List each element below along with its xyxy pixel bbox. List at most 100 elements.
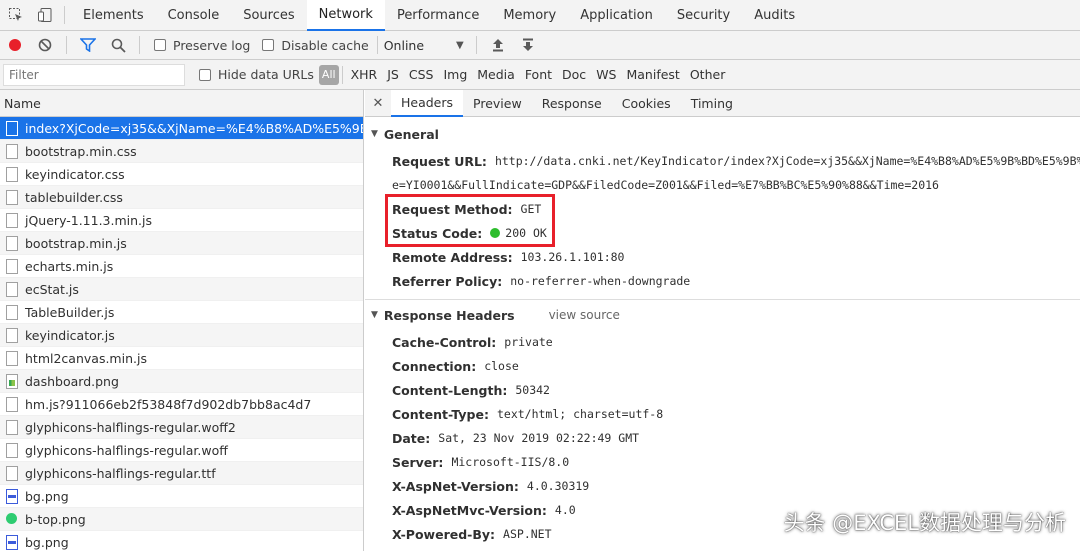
hide-data-urls-checkbox[interactable]: Hide data URLs: [199, 67, 314, 82]
export-har-icon[interactable]: [513, 31, 543, 59]
watermark: 头条 @EXCEL数据处理与分析: [783, 511, 1066, 535]
general-section: ▼ General Request URL: http://data.cnki.…: [365, 119, 1080, 293]
script-icon: [6, 281, 18, 297]
header-name: Cache-Control:: [392, 334, 497, 350]
header-value: Microsoft-IIS/8.0: [451, 455, 570, 469]
close-icon[interactable]: ✕: [365, 96, 391, 111]
request-row[interactable]: bg.png: [0, 485, 363, 508]
request-row[interactable]: tablebuilder.css: [0, 186, 363, 209]
tab-headers[interactable]: Headers: [391, 90, 464, 117]
header-name: Content-Type:: [392, 406, 489, 422]
tab-elements[interactable]: Elements: [71, 0, 156, 31]
tab-cookies[interactable]: Cookies: [612, 90, 681, 117]
script-icon: [6, 258, 18, 274]
filter-type-css[interactable]: CSS: [404, 65, 439, 85]
header-name: X-Powered-By:: [392, 526, 496, 542]
request-row[interactable]: glyphicons-halflings-regular.woff2: [0, 416, 363, 439]
general-section-toggle[interactable]: ▼ General: [365, 119, 1080, 149]
response-headers-toggle[interactable]: ▼ Response Headers view source: [365, 300, 1080, 330]
request-row[interactable]: ecStat.js: [0, 278, 363, 301]
preserve-log-checkbox[interactable]: Preserve log: [154, 38, 250, 53]
header-row: Date: Sat, 23 Nov 2019 02:22:49 GMT: [365, 426, 1080, 450]
request-name: index?XjCode=xj35&&XjName=%E4%B8%AD%E5%9…: [25, 120, 363, 136]
filter-type-font[interactable]: Font: [520, 65, 557, 85]
header-row: X-AspNet-Version: 4.0.30319: [365, 474, 1080, 498]
request-name: tablebuilder.css: [25, 189, 123, 205]
filter-type-xhr[interactable]: XHR: [346, 65, 383, 85]
tab-audits[interactable]: Audits: [742, 0, 807, 31]
referrer-policy-row: Referrer Policy: no-referrer-when-downgr…: [365, 269, 1080, 293]
request-row[interactable]: glyphicons-halflings-regular.ttf: [0, 462, 363, 485]
status-code-label: Status Code:: [392, 225, 483, 241]
request-url-continuation: e=YI0001&&FullIndicate=GDP&&FiledCode=Z0…: [365, 173, 1080, 197]
tab-security[interactable]: Security: [665, 0, 742, 31]
tab-network[interactable]: Network: [306, 0, 385, 31]
filter-type-media[interactable]: Media: [472, 65, 520, 85]
request-row[interactable]: hm.js?911066eb2f53848f7d902db7bb8ac4d7: [0, 393, 363, 416]
header-value: close: [484, 359, 519, 373]
font-icon: [6, 419, 18, 435]
devtools-tabbar: Elements Console Sources Network Perform…: [0, 0, 1080, 31]
remote-address-row: Remote Address: 103.26.1.101:80: [365, 245, 1080, 269]
status-code-value: 200 OK: [505, 226, 547, 240]
request-row[interactable]: keyindicator.js: [0, 324, 363, 347]
stylesheet-icon: [6, 166, 18, 182]
device-toolbar-icon[interactable]: [32, 0, 58, 30]
request-row[interactable]: bg.png: [0, 531, 363, 551]
throttling-select[interactable]: Online ▼: [384, 38, 470, 53]
record-icon[interactable]: [0, 31, 30, 59]
request-row[interactable]: b-top.png: [0, 508, 363, 531]
filter-type-other[interactable]: Other: [685, 65, 731, 85]
tab-response[interactable]: Response: [532, 90, 612, 117]
view-source-link[interactable]: view source: [549, 308, 620, 322]
filter-icon[interactable]: [73, 31, 103, 59]
referrer-policy-label: Referrer Policy:: [392, 273, 503, 289]
header-value: Sat, 23 Nov 2019 02:22:49 GMT: [438, 431, 640, 445]
import-har-icon[interactable]: [483, 31, 513, 59]
triangle-down-icon: ▼: [371, 310, 378, 320]
request-url-value: http://data.cnki.net/KeyIndicator/index?…: [494, 154, 1080, 168]
tab-preview[interactable]: Preview: [463, 90, 532, 117]
request-row[interactable]: TableBuilder.js: [0, 301, 363, 324]
script-icon: [6, 235, 18, 251]
disable-cache-checkbox[interactable]: Disable cache: [262, 37, 369, 53]
status-ok-icon: [490, 228, 501, 238]
request-details-panel: ✕ Headers Preview Response Cookies Timin…: [365, 90, 1080, 551]
disable-cache-label: Disable cache: [281, 37, 369, 53]
tab-timing[interactable]: Timing: [681, 90, 743, 117]
request-row[interactable]: keyindicator.css: [0, 163, 363, 186]
tab-memory[interactable]: Memory: [491, 0, 568, 31]
request-row[interactable]: bootstrap.min.css: [0, 140, 363, 163]
request-name: keyindicator.js: [25, 327, 115, 343]
tab-performance[interactable]: Performance: [385, 0, 491, 31]
filter-type-js[interactable]: JS: [382, 65, 404, 85]
header-value: private: [504, 335, 553, 349]
request-name: ecStat.js: [25, 281, 79, 297]
filter-type-img[interactable]: Img: [438, 65, 472, 85]
tab-sources[interactable]: Sources: [231, 0, 306, 31]
status-code-row: Status Code: 200 OK: [365, 221, 1080, 245]
request-row[interactable]: glyphicons-halflings-regular.woff: [0, 439, 363, 462]
filter-type-all[interactable]: All: [318, 64, 339, 85]
header-name: Connection:: [392, 358, 477, 374]
tab-application[interactable]: Application: [568, 0, 665, 31]
inspect-element-icon[interactable]: [0, 0, 32, 30]
font-icon: [6, 442, 18, 458]
filter-type-ws[interactable]: WS: [591, 65, 621, 85]
request-row[interactable]: html2canvas.min.js: [0, 347, 363, 370]
request-row[interactable]: bootstrap.min.js: [0, 232, 363, 255]
filter-type-doc[interactable]: Doc: [557, 65, 591, 85]
filter-input[interactable]: [3, 63, 185, 86]
name-column-header[interactable]: Name: [0, 90, 363, 117]
checkbox-box: [154, 39, 166, 51]
request-row[interactable]: jQuery-1.11.3.min.js: [0, 209, 363, 232]
tab-console[interactable]: Console: [156, 0, 232, 31]
request-row[interactable]: dashboard.png: [0, 370, 363, 393]
toolbar-divider: [341, 65, 343, 84]
clear-icon[interactable]: [30, 31, 60, 59]
filter-bar: Hide data URLs All XHR JS CSS Img Media …: [0, 60, 1080, 90]
request-row[interactable]: echarts.min.js: [0, 255, 363, 278]
filter-type-manifest[interactable]: Manifest: [621, 65, 684, 85]
search-icon[interactable]: [103, 31, 133, 59]
request-row[interactable]: index?XjCode=xj35&&XjName=%E4%B8%AD%E5%9…: [0, 117, 363, 140]
